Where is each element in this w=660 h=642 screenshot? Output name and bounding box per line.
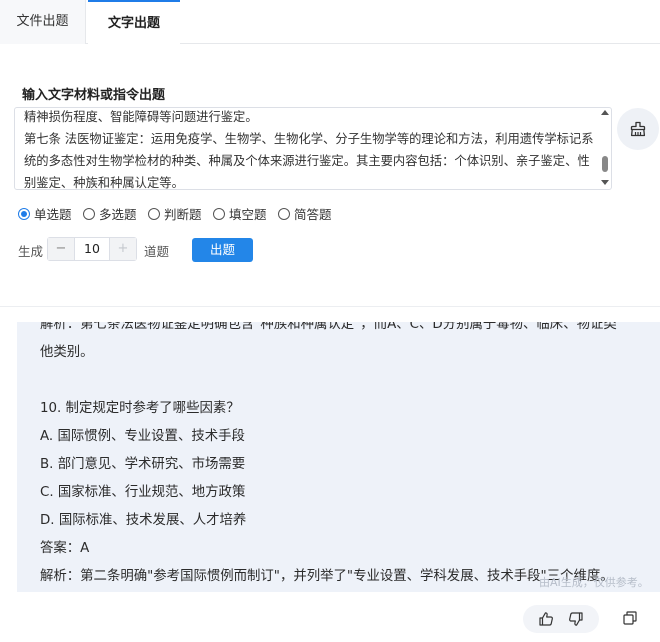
- scroll-down-arrow-icon[interactable]: [601, 180, 609, 185]
- material-text[interactable]: 精神损伤程度、智能障碍等问题进行鉴定。 第七条 法医物证鉴定：运用免疫学、生物学…: [24, 108, 596, 189]
- clear-input-button[interactable]: [617, 108, 659, 150]
- quantity-unit: 道题: [144, 244, 170, 259]
- answer-line: 10. 制定规定时参考了哪些因素？: [40, 401, 240, 416]
- answer-content: 解析：第七条法医物证鉴定明确包含"种族和种属认定"，而A、C、D分别属于毒物、临…: [40, 322, 650, 591]
- type-label: 判断题: [164, 207, 202, 222]
- input-section-title: 输入文字材料或指令出题: [22, 88, 166, 103]
- thumbs-down-icon[interactable]: [567, 610, 585, 628]
- type-single-choice[interactable]: 单选题: [18, 204, 72, 223]
- answer-line: 答案：A: [40, 541, 90, 556]
- type-fill-blank[interactable]: 填空题: [213, 204, 267, 223]
- scroll-up-arrow-icon[interactable]: [601, 110, 609, 115]
- radio-icon[interactable]: [213, 207, 225, 220]
- tab-text-question[interactable]: 文字出题: [88, 0, 180, 44]
- ai-disclaimer-watermark: 由AI生成，仅供参考。: [539, 576, 649, 589]
- generate-label: 生成: [18, 244, 44, 259]
- quantity-stepper[interactable]: − 10 +: [47, 237, 137, 261]
- answer-line: [40, 367, 650, 395]
- type-short-answer[interactable]: 简答题: [278, 204, 332, 223]
- scrollbar-thumb[interactable]: [602, 156, 608, 172]
- answer-line: B. 部门意见、学术研究、市场需要: [40, 457, 246, 472]
- answer-line: 解析：第七条法医物证鉴定明确包含"种族和种属认定"，而A、C、D分别属于毒物、临…: [40, 322, 617, 332]
- type-label: 填空题: [229, 207, 267, 222]
- answer-panel: 解析：第七条法医物证鉴定明确包含"种族和种属认定"，而A、C、D分别属于毒物、临…: [17, 322, 660, 592]
- feedback-group: [523, 605, 599, 633]
- radio-icon[interactable]: [148, 207, 160, 220]
- type-label: 单选题: [34, 207, 72, 222]
- tab-file-question[interactable]: 文件出题: [0, 0, 86, 44]
- material-textarea[interactable]: 精神损伤程度、智能障碍等问题进行鉴定。 第七条 法医物证鉴定：运用免疫学、生物学…: [14, 107, 612, 190]
- answer-line: 他类别。: [40, 345, 94, 360]
- radio-icon[interactable]: [278, 207, 290, 220]
- divider: [0, 306, 660, 307]
- thumbs-up-icon[interactable]: [537, 610, 555, 628]
- radio-checked-icon[interactable]: [18, 207, 30, 220]
- type-true-false[interactable]: 判断题: [148, 204, 202, 223]
- type-multiple-choice[interactable]: 多选题: [83, 204, 137, 223]
- type-label: 多选题: [99, 207, 137, 222]
- quantity-input[interactable]: 10: [74, 238, 110, 260]
- decrement-button[interactable]: −: [48, 238, 74, 260]
- answer-line: C. 国家标准、行业规范、地方政策: [40, 485, 246, 500]
- generate-questions-button[interactable]: 出题: [192, 238, 253, 262]
- answer-line: A. 国际惯例、专业设置、技术手段: [40, 429, 245, 444]
- copy-icon[interactable]: [622, 610, 640, 628]
- tab-bar: 文件出题 文字出题: [0, 0, 660, 44]
- increment-button[interactable]: +: [110, 238, 136, 260]
- type-label: 简答题: [294, 207, 332, 222]
- answer-line: D. 国际标准、技术发展、人才培养: [40, 513, 247, 528]
- radio-icon[interactable]: [83, 207, 95, 220]
- broom-clean-icon: [630, 121, 646, 137]
